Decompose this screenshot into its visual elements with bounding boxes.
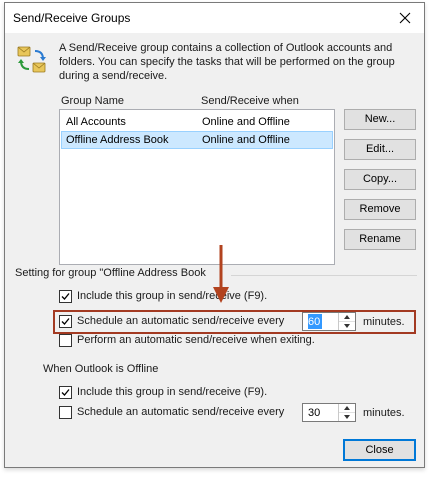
group-name-cell: Offline Address Book	[66, 134, 169, 146]
close-button[interactable]: Close	[343, 439, 416, 461]
online-include-checkbox[interactable]	[59, 290, 72, 303]
group-name-cell: All Accounts	[66, 116, 126, 128]
column-header-send-receive-when: Send/Receive when	[201, 95, 299, 107]
online-exit-option[interactable]: Perform an automatic send/receive when e…	[59, 333, 339, 349]
offline-include-checkbox[interactable]	[59, 386, 72, 399]
offline-interval-spinner[interactable]	[302, 403, 356, 422]
remove-button[interactable]: Remove	[344, 199, 416, 220]
offline-interval-input[interactable]	[308, 405, 340, 420]
dialog-description: A Send/Receive group contains a collecti…	[59, 42, 395, 82]
online-include-label: Include this group in send/receive (F9).	[77, 290, 268, 302]
send-receive-icon	[15, 43, 49, 77]
offline-include-option[interactable]: Include this group in send/receive (F9).	[59, 385, 299, 401]
spin-up-icon[interactable]	[339, 313, 355, 322]
send-receive-groups-dialog: Send/Receive Groups A Send/Receive group…	[4, 2, 425, 468]
rename-button[interactable]: Rename	[344, 229, 416, 250]
spin-buttons	[338, 313, 355, 330]
spin-up-icon[interactable]	[339, 404, 355, 413]
offline-interval-unit: minutes.	[363, 407, 405, 419]
online-schedule-label: Schedule an automatic send/receive every	[77, 315, 285, 327]
list-item[interactable]: All Accounts Online and Offline	[61, 113, 333, 131]
online-interval-input[interactable]	[308, 314, 322, 329]
send-receive-when-cell: Online and Offline	[202, 134, 290, 146]
online-interval-spinner[interactable]	[302, 312, 356, 331]
title-bar: Send/Receive Groups	[5, 3, 424, 33]
offline-heading: When Outlook is Offline	[43, 363, 159, 375]
dialog-title: Send/Receive Groups	[13, 11, 131, 25]
new-button[interactable]: New...	[344, 109, 416, 130]
offline-include-label: Include this group in send/receive (F9).	[77, 386, 268, 398]
online-exit-label: Perform an automatic send/receive when e…	[77, 334, 315, 346]
groups-list[interactable]: All Accounts Online and Offline Offline …	[59, 109, 335, 265]
online-schedule-option[interactable]: Schedule an automatic send/receive every	[59, 314, 299, 330]
offline-schedule-label: Schedule an automatic send/receive every	[77, 406, 285, 418]
copy-button[interactable]: Copy...	[344, 169, 416, 190]
spin-buttons	[338, 404, 355, 421]
online-schedule-checkbox[interactable]	[59, 315, 72, 328]
offline-schedule-checkbox[interactable]	[59, 406, 72, 419]
spin-down-icon[interactable]	[339, 413, 355, 421]
offline-schedule-option[interactable]: Schedule an automatic send/receive every	[59, 405, 299, 421]
column-header-group-name: Group Name	[61, 95, 124, 107]
group-divider	[231, 275, 417, 276]
online-include-option[interactable]: Include this group in send/receive (F9).	[59, 289, 299, 305]
online-exit-checkbox[interactable]	[59, 334, 72, 347]
arrow-down-icon	[211, 245, 231, 305]
close-icon[interactable]	[394, 7, 416, 29]
online-interval-unit: minutes.	[363, 316, 405, 328]
spin-down-icon[interactable]	[339, 322, 355, 330]
group-settings-label: Setting for group "Offline Address Book	[15, 267, 210, 279]
send-receive-when-cell: Online and Offline	[202, 116, 290, 128]
list-item[interactable]: Offline Address Book Online and Offline	[61, 131, 333, 149]
edit-button[interactable]: Edit...	[344, 139, 416, 160]
